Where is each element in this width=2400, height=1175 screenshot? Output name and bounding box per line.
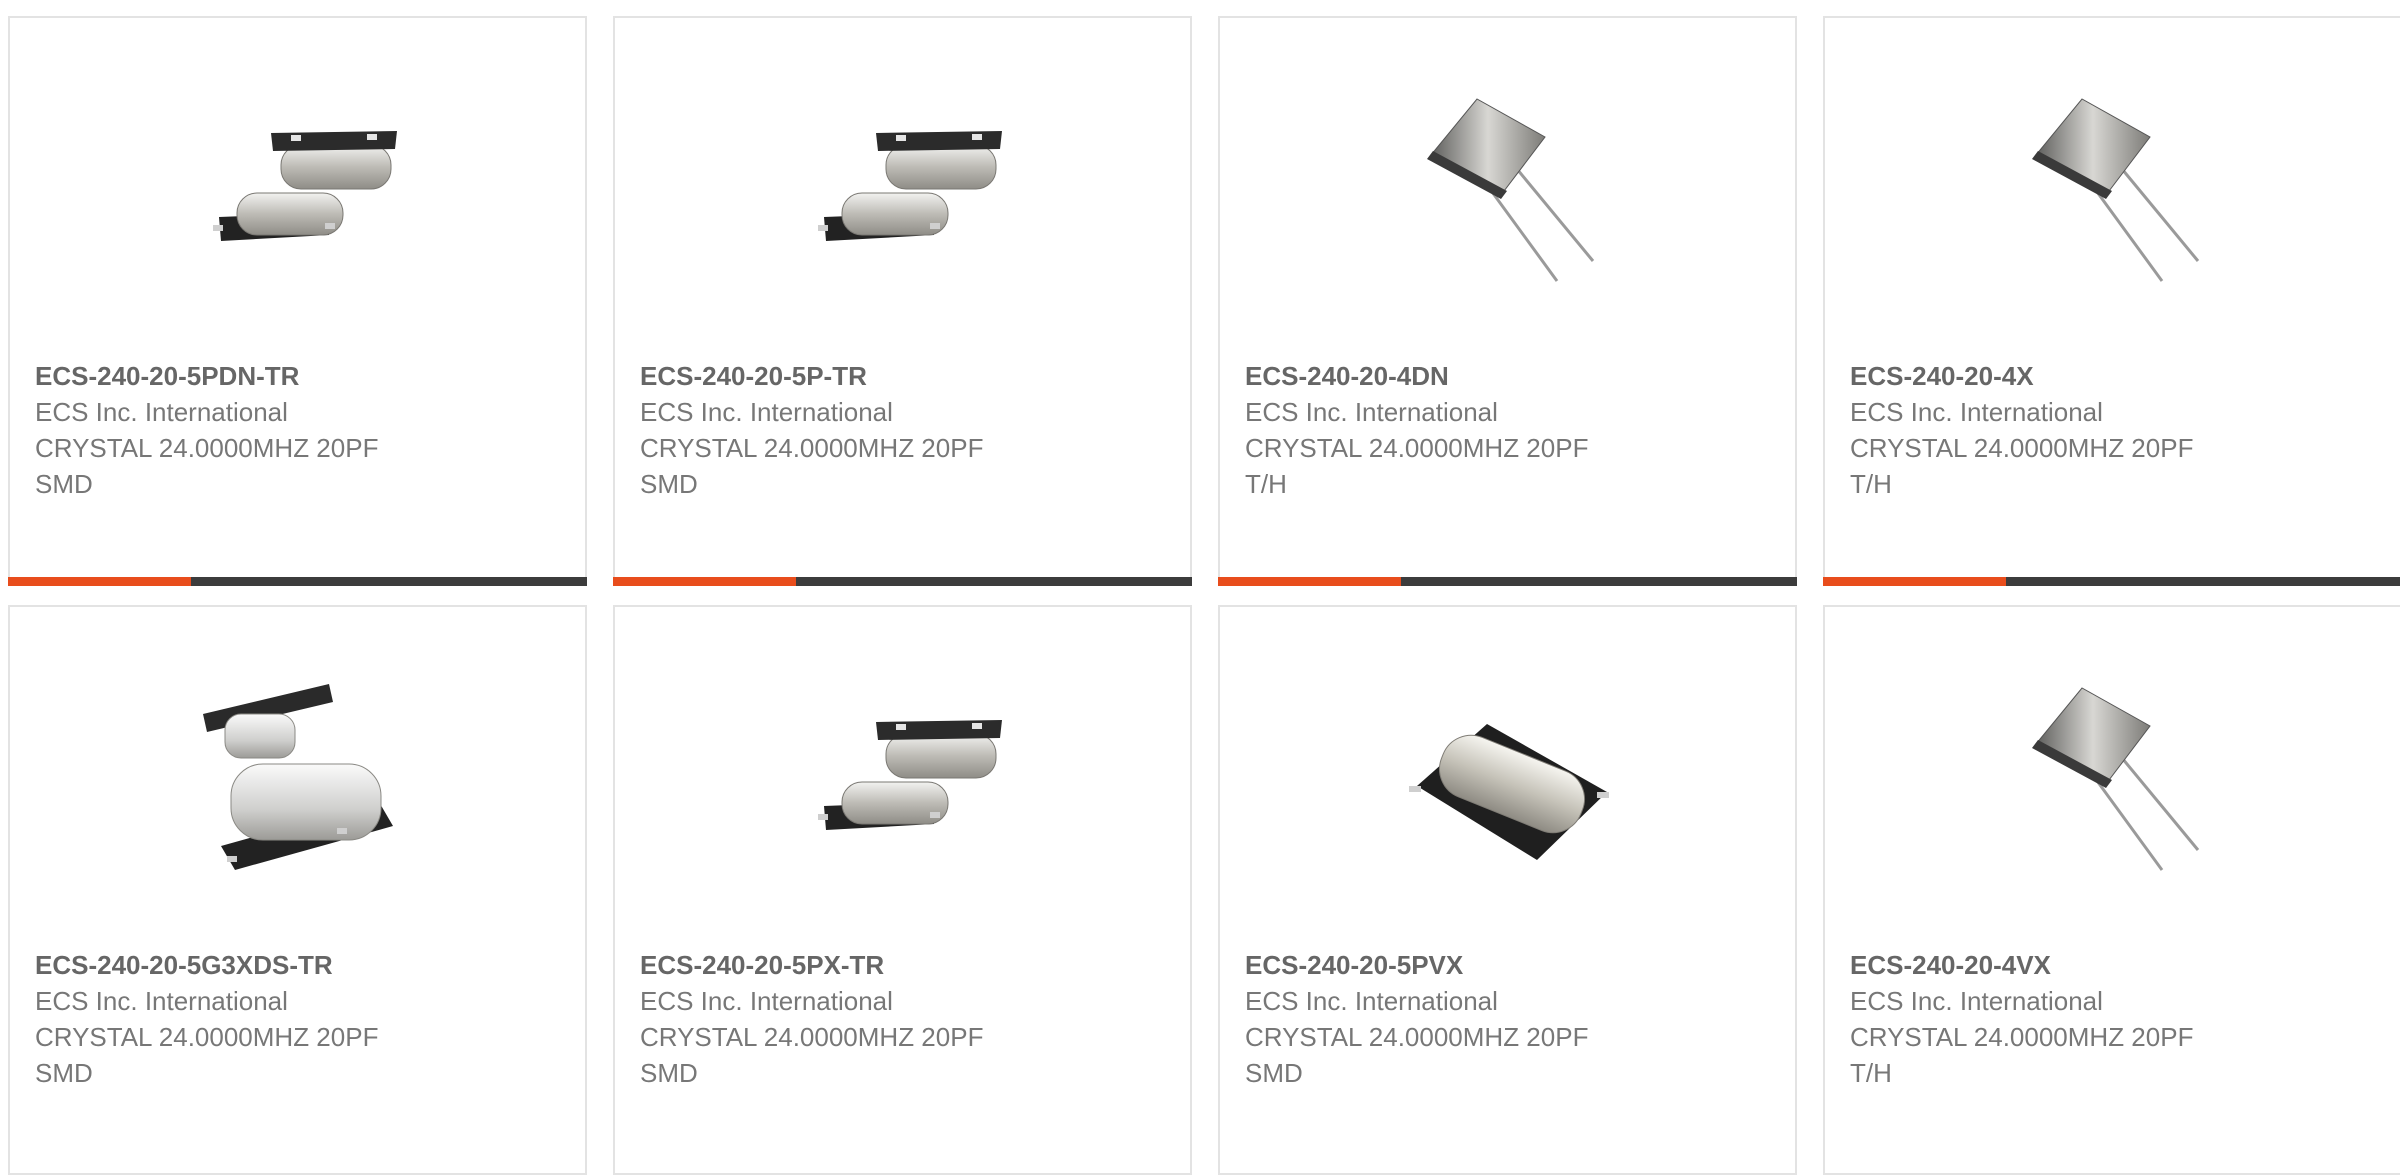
product-info: ECS-240-20-4VX ECS Inc. International CR… bbox=[1850, 947, 2380, 1091]
part-number[interactable]: ECS-240-20-5PVX bbox=[1245, 947, 1775, 983]
mount-type: SMD bbox=[35, 469, 93, 499]
smd-crystal-single-icon bbox=[1409, 724, 1609, 860]
product-card[interactable]: ECS-240-20-5G3XDS-TR ECS Inc. Internatio… bbox=[8, 605, 587, 1175]
product-info: ECS-240-20-5PX-TR ECS Inc. International… bbox=[640, 947, 1170, 1091]
mount-type: T/H bbox=[1245, 469, 1287, 499]
through-hole-crystal-icon bbox=[2032, 687, 2200, 871]
card-accent-bar bbox=[1218, 577, 1401, 586]
product-card[interactable]: ECS-240-20-5PDN-TR ECS Inc. Internationa… bbox=[8, 16, 587, 586]
product-card[interactable]: ECS-240-20-4X ECS Inc. International CRY… bbox=[1823, 16, 2400, 586]
part-number[interactable]: ECS-240-20-5G3XDS-TR bbox=[35, 947, 565, 983]
product-card[interactable]: ECS-240-20-4DN ECS Inc. International CR… bbox=[1218, 16, 1797, 586]
description: CRYSTAL 24.0000MHZ 20PF bbox=[35, 433, 379, 463]
product-card[interactable]: ECS-240-20-5PVX ECS Inc. International C… bbox=[1218, 605, 1797, 1175]
mount-type: T/H bbox=[1850, 469, 1892, 499]
description: CRYSTAL 24.0000MHZ 20PF bbox=[1245, 1022, 1589, 1052]
product-info: ECS-240-20-5P-TR ECS Inc. International … bbox=[640, 358, 1170, 502]
manufacturer: ECS Inc. International bbox=[35, 397, 288, 427]
manufacturer: ECS Inc. International bbox=[1850, 986, 2103, 1016]
product-card[interactable]: ECS-240-20-4VX ECS Inc. International CR… bbox=[1823, 605, 2400, 1175]
mount-type: T/H bbox=[1850, 1058, 1892, 1088]
manufacturer: ECS Inc. International bbox=[640, 986, 893, 1016]
card-accent-bar bbox=[613, 577, 796, 586]
mount-type: SMD bbox=[640, 1058, 698, 1088]
product-image[interactable] bbox=[802, 674, 1007, 884]
description: CRYSTAL 24.0000MHZ 20PF bbox=[640, 433, 984, 463]
product-info: ECS-240-20-4X ECS Inc. International CRY… bbox=[1850, 358, 2380, 502]
description: CRYSTAL 24.0000MHZ 20PF bbox=[35, 1022, 379, 1052]
smd-crystal-large-pair-icon bbox=[203, 684, 393, 870]
manufacturer: ECS Inc. International bbox=[1850, 397, 2103, 427]
product-info: ECS-240-20-5PVX ECS Inc. International C… bbox=[1245, 947, 1775, 1091]
product-info: ECS-240-20-4DN ECS Inc. International CR… bbox=[1245, 358, 1775, 502]
part-number[interactable]: ECS-240-20-4DN bbox=[1245, 358, 1775, 394]
card-hover-bar bbox=[8, 577, 587, 586]
product-info: ECS-240-20-5PDN-TR ECS Inc. Internationa… bbox=[35, 358, 565, 502]
through-hole-crystal-icon bbox=[1427, 98, 1595, 282]
product-image[interactable] bbox=[197, 674, 402, 884]
mount-type: SMD bbox=[35, 1058, 93, 1088]
product-image[interactable] bbox=[802, 85, 1007, 295]
part-number[interactable]: ECS-240-20-5PDN-TR bbox=[35, 358, 565, 394]
product-image[interactable] bbox=[1407, 85, 1612, 295]
product-image[interactable] bbox=[2012, 674, 2217, 884]
part-number[interactable]: ECS-240-20-4X bbox=[1850, 358, 2380, 394]
description: CRYSTAL 24.0000MHZ 20PF bbox=[1850, 433, 2194, 463]
card-hover-bar bbox=[1218, 577, 1797, 586]
mount-type: SMD bbox=[640, 469, 698, 499]
product-card[interactable]: ECS-240-20-5P-TR ECS Inc. International … bbox=[613, 16, 1192, 586]
manufacturer: ECS Inc. International bbox=[35, 986, 288, 1016]
description: CRYSTAL 24.0000MHZ 20PF bbox=[1245, 433, 1589, 463]
smd-crystal-pair-icon bbox=[213, 131, 397, 241]
part-number[interactable]: ECS-240-20-4VX bbox=[1850, 947, 2380, 983]
card-accent-bar bbox=[8, 577, 191, 586]
description: CRYSTAL 24.0000MHZ 20PF bbox=[640, 1022, 984, 1052]
card-accent-bar bbox=[1823, 577, 2006, 586]
product-card[interactable]: ECS-240-20-5PX-TR ECS Inc. International… bbox=[613, 605, 1192, 1175]
product-image[interactable] bbox=[1407, 674, 1612, 884]
mount-type: SMD bbox=[1245, 1058, 1303, 1088]
smd-crystal-pair-icon bbox=[818, 720, 1002, 830]
product-image[interactable] bbox=[197, 85, 402, 295]
card-hover-bar bbox=[613, 577, 1192, 586]
product-grid: ECS-240-20-5PDN-TR ECS Inc. Internationa… bbox=[8, 16, 2400, 1175]
part-number[interactable]: ECS-240-20-5PX-TR bbox=[640, 947, 1170, 983]
smd-crystal-pair-icon bbox=[818, 131, 1002, 241]
through-hole-crystal-icon bbox=[2032, 98, 2200, 282]
manufacturer: ECS Inc. International bbox=[640, 397, 893, 427]
description: CRYSTAL 24.0000MHZ 20PF bbox=[1850, 1022, 2194, 1052]
card-hover-bar bbox=[1823, 577, 2400, 586]
product-info: ECS-240-20-5G3XDS-TR ECS Inc. Internatio… bbox=[35, 947, 565, 1091]
manufacturer: ECS Inc. International bbox=[1245, 397, 1498, 427]
part-number[interactable]: ECS-240-20-5P-TR bbox=[640, 358, 1170, 394]
product-image[interactable] bbox=[2012, 85, 2217, 295]
manufacturer: ECS Inc. International bbox=[1245, 986, 1498, 1016]
